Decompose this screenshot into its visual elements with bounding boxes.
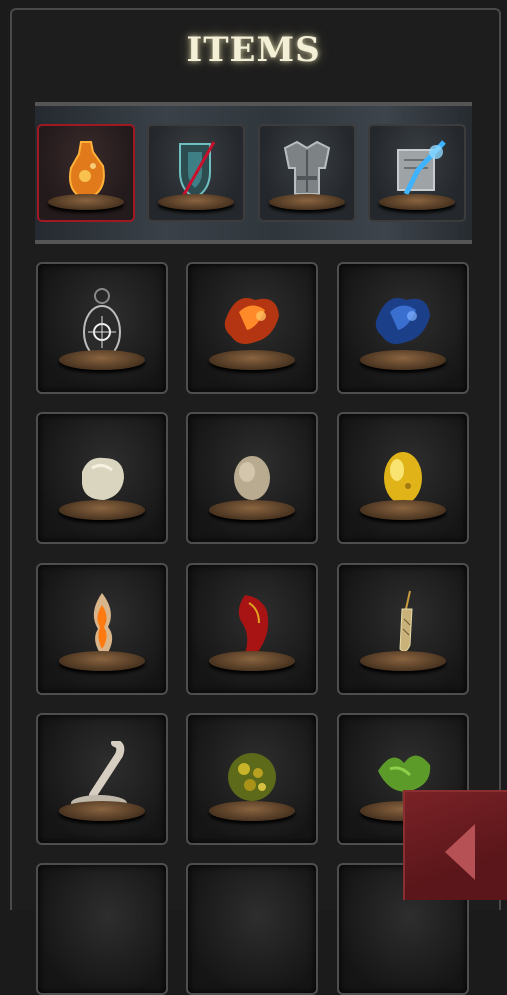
pedestal	[209, 801, 295, 821]
item-slot-partial[interactable]	[186, 863, 318, 995]
pale-stone-icon	[234, 456, 270, 500]
pedestal	[379, 194, 455, 210]
item-slot-red-ember[interactable]	[186, 262, 318, 394]
item-slot-golden-spear[interactable]	[337, 563, 469, 695]
item-slot-partial[interactable]	[36, 863, 168, 995]
page-title: ITEMS	[186, 30, 321, 70]
armor-icon	[283, 140, 331, 195]
pedestal	[48, 194, 124, 210]
back-arrow-icon	[445, 824, 475, 880]
pedestal	[209, 350, 295, 370]
scroll-icon	[397, 140, 446, 196]
blue-ember-icon	[375, 298, 430, 344]
tab-spells[interactable]	[368, 124, 466, 222]
flask-icon	[69, 141, 105, 197]
sword-shield-icon	[179, 141, 216, 200]
pedestal	[360, 651, 446, 671]
item-slot-red-cloth[interactable]	[186, 563, 318, 695]
tab-armor[interactable]	[258, 124, 356, 222]
moss-clump-icon	[228, 753, 276, 801]
pedestal	[209, 651, 295, 671]
gold-egg-icon	[384, 452, 422, 504]
white-stone-icon	[82, 457, 124, 500]
pedestal	[360, 350, 446, 370]
item-slot-flame-feather[interactable]	[36, 563, 168, 695]
pedestal	[269, 194, 345, 210]
item-slot-bone[interactable]	[36, 713, 168, 845]
pedestal	[59, 651, 145, 671]
pedestal	[209, 500, 295, 520]
item-slot-white-stone[interactable]	[36, 412, 168, 544]
tab-consumables[interactable]	[37, 124, 135, 222]
pedestal	[360, 500, 446, 520]
back-button[interactable]	[403, 790, 507, 900]
item-slot-moss-clump[interactable]	[186, 713, 318, 845]
tab-weapons[interactable]	[147, 124, 245, 222]
item-slot-talisman[interactable]	[36, 262, 168, 394]
pedestal	[59, 350, 145, 370]
item-slot-pale-stone[interactable]	[186, 412, 318, 544]
item-slot-gold-egg[interactable]	[337, 412, 469, 544]
red-ember-icon	[224, 298, 279, 344]
pedestal	[59, 801, 145, 821]
item-slot-blue-ember[interactable]	[337, 262, 469, 394]
pedestal	[158, 194, 234, 210]
divider-bottom	[35, 240, 472, 244]
pedestal	[59, 500, 145, 520]
